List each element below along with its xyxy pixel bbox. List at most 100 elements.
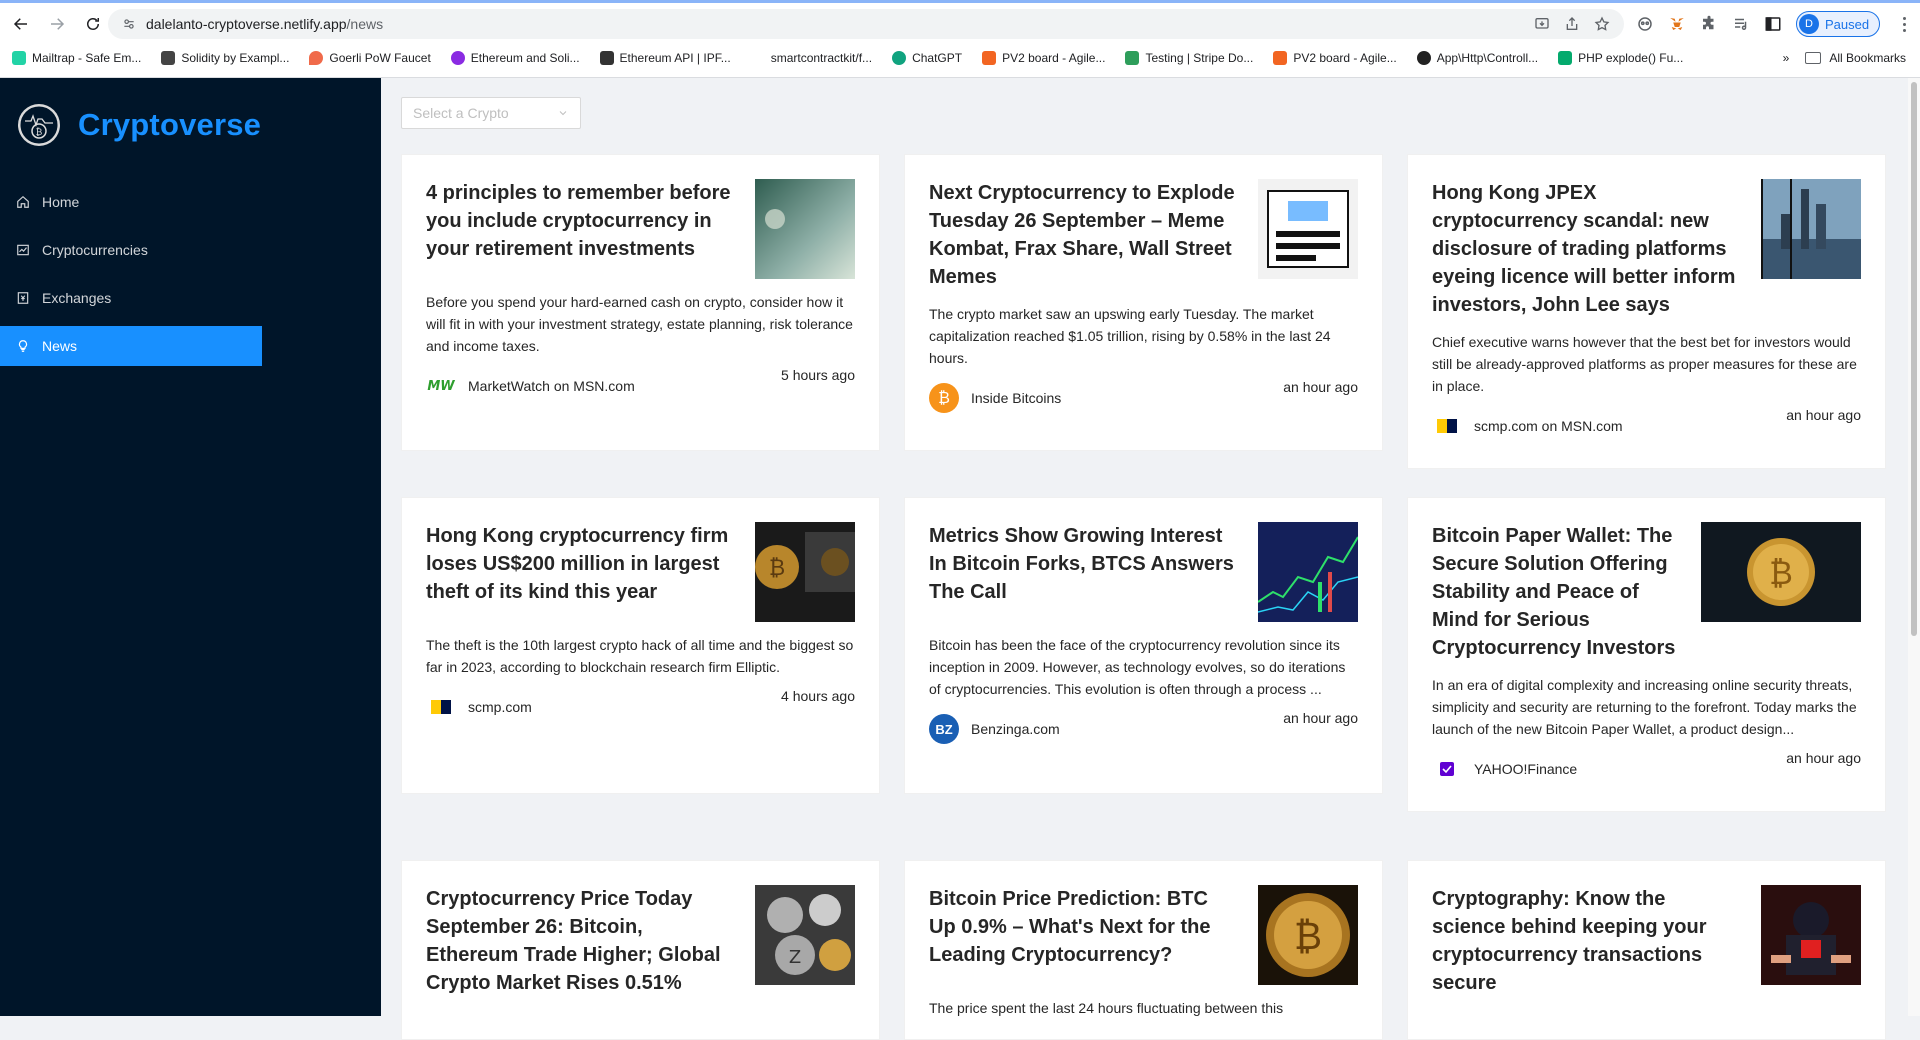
cryptoverse-logo-icon: ₿ xyxy=(18,104,60,146)
bookmark-item[interactable]: Ethereum and Soli... xyxy=(450,51,580,65)
news-headline[interactable]: Next Cryptocurrency to Explode Tuesday 2… xyxy=(929,179,1258,291)
news-time: an hour ago xyxy=(1786,407,1861,423)
bookmark-star-icon[interactable] xyxy=(1594,16,1610,32)
news-card[interactable]: Hong Kong cryptocurrency firm loses US$2… xyxy=(401,497,880,794)
share-icon[interactable] xyxy=(1564,16,1580,32)
bookmark-favicon-icon xyxy=(750,51,765,65)
sidebar-item-exchanges[interactable]: Exchanges xyxy=(0,278,262,318)
address-url[interactable]: dalelanto-cryptoverse.netlify.app/news xyxy=(146,16,383,32)
news-headline[interactable]: Hong Kong JPEX cryptocurrency scandal: n… xyxy=(1432,179,1761,319)
news-time: an hour ago xyxy=(1283,710,1358,726)
money-collect-icon xyxy=(17,292,29,304)
news-thumbnail xyxy=(1258,179,1358,279)
bookmark-favicon-icon xyxy=(309,51,324,65)
news-headline[interactable]: Cryptography: Know the science behind ke… xyxy=(1432,885,1761,997)
bookmark-item[interactable]: smartcontractkit/f... xyxy=(750,51,872,65)
news-provider: YAHOO!Finance xyxy=(1432,754,1577,784)
side-panel-icon[interactable] xyxy=(1764,15,1782,33)
news-description: Bitcoin has been the face of the cryptoc… xyxy=(929,637,1346,697)
marketwatch-logo-icon: MW xyxy=(427,378,455,394)
bookmark-favicon-icon xyxy=(161,51,176,65)
news-provider: MW MarketWatch on MSN.com xyxy=(426,371,634,401)
page-scrollbar[interactable] xyxy=(1908,78,1920,1016)
news-provider: ₿ Inside Bitcoins xyxy=(929,383,1061,413)
bookmarks-bar: Mailtrap - Safe Em... Solidity by Exampl… xyxy=(0,46,1920,70)
metamask-fox-icon[interactable] xyxy=(1668,15,1686,33)
bookmark-item[interactable]: App\Http\Controll... xyxy=(1416,51,1538,65)
news-time: 5 hours ago xyxy=(781,367,855,383)
crypto-select[interactable]: Select a Crypto xyxy=(401,97,581,129)
all-bookmarks-button[interactable]: All Bookmarks xyxy=(1805,51,1906,65)
benzinga-logo-icon: BZ xyxy=(929,714,959,744)
news-thumbnail: ₿ xyxy=(755,522,855,622)
sidebar-item-cryptocurrencies[interactable]: Cryptocurrencies xyxy=(0,230,262,270)
bookmark-item[interactable]: Mailtrap - Safe Em... xyxy=(12,51,141,65)
bookmark-favicon-icon xyxy=(982,51,997,65)
news-card[interactable]: Cryptography: Know the science behind ke… xyxy=(1407,860,1886,1040)
news-card[interactable]: Bitcoin Paper Wallet: The Secure Solutio… xyxy=(1407,497,1886,812)
bookmark-item[interactable]: Testing | Stripe Do... xyxy=(1125,51,1253,65)
install-app-icon[interactable] xyxy=(1534,16,1550,32)
extension-tool-icon[interactable] xyxy=(1636,15,1654,33)
news-card[interactable]: 4 principles to remember before you incl… xyxy=(401,154,880,451)
scrollbar-thumb[interactable] xyxy=(1911,82,1917,636)
bookmark-favicon-icon xyxy=(892,51,907,65)
sidebar-item-home[interactable]: Home xyxy=(0,182,262,222)
app-title[interactable]: Cryptoverse xyxy=(78,107,261,143)
bookmark-item[interactable]: Goerli PoW Faucet xyxy=(309,51,431,65)
crypto-select-placeholder: Select a Crypto xyxy=(413,105,509,121)
news-headline[interactable]: Cryptocurrency Price Today September 26:… xyxy=(426,885,755,997)
news-card[interactable]: Cryptocurrency Price Today September 26:… xyxy=(401,860,880,1040)
news-headline[interactable]: Metrics Show Growing Interest In Bitcoin… xyxy=(929,522,1258,606)
news-thumbnail xyxy=(1258,522,1358,622)
news-card[interactable]: Metrics Show Growing Interest In Bitcoin… xyxy=(904,497,1383,794)
news-thumbnail: ₿ xyxy=(1258,885,1358,985)
bookmark-item[interactable]: PV2 board - Agile... xyxy=(982,51,1105,65)
bookmark-item[interactable]: ChatGPT xyxy=(892,51,962,65)
news-time: an hour ago xyxy=(1283,379,1358,395)
news-card[interactable]: Hong Kong JPEX cryptocurrency scandal: n… xyxy=(1407,154,1886,469)
bulb-icon xyxy=(18,340,28,352)
reload-icon xyxy=(87,18,99,30)
news-headline[interactable]: 4 principles to remember before you incl… xyxy=(426,179,755,263)
news-thumbnail xyxy=(1761,885,1861,985)
profile-status: Paused xyxy=(1825,16,1870,32)
fund-icon xyxy=(17,244,29,256)
reload-button[interactable] xyxy=(78,9,108,39)
chevron-down-icon xyxy=(559,111,567,116)
profile-button[interactable]: D Paused xyxy=(1796,11,1881,37)
reading-list-icon[interactable] xyxy=(1732,15,1750,33)
back-button[interactable] xyxy=(6,9,36,39)
news-page: Select a Crypto 4 principles to remember… xyxy=(381,78,1908,1040)
news-thumbnail: ₿ xyxy=(1701,522,1861,622)
news-card[interactable]: Bitcoin Price Prediction: BTC Up 0.9% – … xyxy=(904,860,1383,1040)
brand[interactable]: ₿ Cryptoverse xyxy=(18,104,261,146)
svg-text:₿: ₿ xyxy=(1294,914,1322,958)
news-provider: scmp.com xyxy=(426,692,532,722)
bookmarks-overflow-button[interactable]: » xyxy=(1783,51,1790,65)
svg-text:₿: ₿ xyxy=(769,556,785,581)
news-headline[interactable]: Bitcoin Paper Wallet: The Secure Solutio… xyxy=(1432,522,1701,662)
bookmark-item[interactable]: PHP explode() Fu... xyxy=(1558,51,1683,65)
bookmark-item[interactable]: Solidity by Exampl... xyxy=(161,51,289,65)
svg-text:₿: ₿ xyxy=(36,127,43,138)
news-card[interactable]: Next Cryptocurrency to Explode Tuesday 2… xyxy=(904,154,1383,451)
bookmark-item[interactable]: PV2 board - Agile... xyxy=(1273,51,1397,65)
news-headline[interactable]: Bitcoin Price Prediction: BTC Up 0.9% – … xyxy=(929,885,1258,969)
extensions-puzzle-icon[interactable] xyxy=(1700,15,1718,33)
forward-button[interactable] xyxy=(42,9,72,39)
browser-menu-icon[interactable] xyxy=(1894,14,1914,34)
news-time: 4 hours ago xyxy=(781,688,855,704)
bookmark-favicon-icon xyxy=(450,51,465,65)
bookmark-favicon-icon xyxy=(1125,51,1140,65)
bitcoin-logo-icon: ₿ xyxy=(929,383,959,413)
bookmark-item[interactable]: Ethereum API | IPF... xyxy=(599,51,731,65)
address-bar[interactable]: dalelanto-cryptoverse.netlify.app/news xyxy=(108,9,1624,39)
news-provider: scmp.com on MSN.com xyxy=(1432,411,1623,441)
sidebar: ₿ Cryptoverse Home Cryptocurrencies Exch… xyxy=(0,78,381,1016)
sidebar-item-news[interactable]: News xyxy=(0,326,262,366)
site-info-icon[interactable] xyxy=(122,17,136,31)
news-headline[interactable]: Hong Kong cryptocurrency firm loses US$2… xyxy=(426,522,755,606)
sidebar-menu: Home Cryptocurrencies Exchanges News xyxy=(0,182,262,374)
home-icon xyxy=(17,195,29,208)
